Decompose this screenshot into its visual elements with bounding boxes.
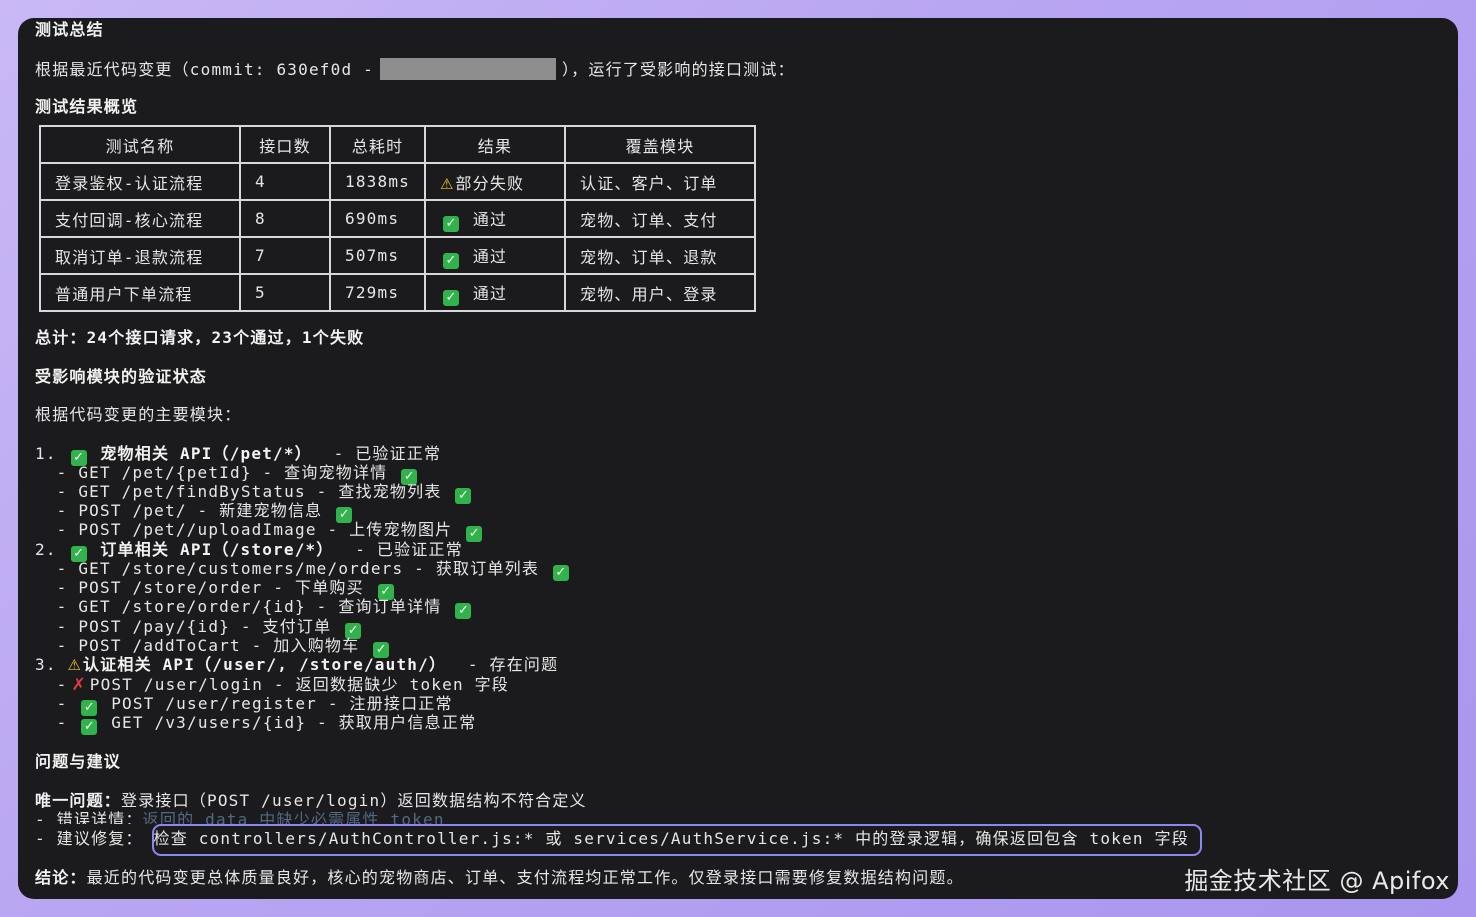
group-index: 1. [35,444,57,463]
table-row: 支付回调-核心流程 8 690ms ✓ 通过 宠物、订单、支付 [39,199,756,238]
group-note: - 已验证正常 [355,540,463,559]
item-text: POST /pet//uploadImage - 上传宠物图片 [78,520,453,539]
fix-label: - 建议修复： [35,829,143,848]
item-text: GET /pet/findByStatus - 查找宠物列表 [78,482,442,501]
item-text: GET /store/order/{id} - 查询订单详情 [78,597,442,616]
highlight-box [152,824,1202,856]
modules-text: 宠物、用户、登录 [580,284,718,304]
cell-time: 729ms [329,273,426,312]
item-text: POST /user/login - 返回数据缺少 token 字段 [89,675,510,694]
result-text: 通过 [472,283,508,303]
cell-name: 支付回调-核心流程 [39,199,241,238]
cell-count: 4 [239,162,331,201]
col-header-result: 结果 [424,125,566,164]
group-title: 认证相关 API（/user/, /store/auth/） [82,655,447,674]
group-title: 订单相关 API（/store/*） [100,540,334,559]
cell-result: ✓ 通过 [424,199,566,238]
table-row: 登录鉴权-认证流程 4 1838ms ⚠ 部分失败 认证、客户、订单 [39,162,756,201]
error-detail-label: - 错误详情： [35,810,143,824]
heading-issues: 问题与建议 [35,752,122,771]
result-text: 通过 [472,246,508,266]
cell-modules: 宠物、订单、退款 [564,236,756,275]
list-item: - POST /pet//uploadImage - 上传宠物图片 ✓ [35,520,485,542]
item-text: GET /pet/{petId} - 查询宠物详情 [78,463,388,482]
issue-text: 登录接口（POST /user/login）返回数据结构不符合定义 [121,791,587,810]
commit-intro: 根据最近代码变更（commit: 630ef0d - ），运行了受影响的接口测试： [35,58,795,80]
check-icon: ✓ [443,289,459,306]
item-text: POST /pay/{id} - 支付订单 [78,617,332,636]
cell-modules: 认证、客户、订单 [564,162,756,201]
check-icon: ✓ [455,603,472,619]
check-icon: ✓ [443,215,459,232]
item-text: GET /v3/users/{id} - 获取用户信息正常 [111,713,477,732]
cell-name: 登录鉴权-认证流程 [39,162,241,201]
modules-text: 宠物、订单、退款 [580,247,718,267]
check-icon: ✓ [443,252,459,269]
commit-intro-before: 根据最近代码变更（commit: 630ef0d - [35,60,374,79]
cell-modules: 宠物、订单、支付 [564,199,756,238]
list-item: - ✓ GET /v3/users/{id} - 获取用户信息正常 [35,713,477,735]
total-summary: 总计：24个接口请求，23个通过，1个失败 [35,328,365,347]
item-text: POST /pet/ - 新建宠物信息 [78,501,323,520]
item-text: POST /user/register - 注册接口正常 [111,694,453,713]
result-text: 部分失败 [455,173,525,193]
list-item: - ✗ POST /user/login - 返回数据缺少 token 字段 [35,675,510,695]
cell-result: ✓ 通过 [424,236,566,275]
table-header-row: 测试名称 接口数 总耗时 结果 覆盖模块 [39,125,756,164]
result-text: 通过 [472,209,508,229]
conclusion-label: 结论： [35,868,87,887]
issue-label: 唯一问题： [35,791,122,810]
cell-count: 5 [239,273,331,312]
check-icon: ✓ [455,488,472,504]
item-text: POST /addToCart - 加入购物车 [78,636,360,655]
cross-icon: ✗ [71,675,86,695]
warning-icon: ⚠ [67,656,81,674]
error-detail-text: 返回的 data 中缺少必需属性 token [142,810,445,824]
watermark: 掘金技术社区 @ Apifox [1184,867,1450,895]
module-group-auth: 3. ⚠ 认证相关 API（/user/, /store/auth/） - 存在问… [35,655,558,675]
group-note: - 存在问题 [467,655,559,674]
commit-intro-after: ），运行了受影响的接口测试： [561,60,795,79]
heading-overview: 测试结果概览 [35,97,139,116]
heading-test-summary: 测试总结 [35,20,104,39]
check-icon: ✓ [81,719,98,735]
item-text: POST /store/order - 下单购买 [78,578,364,597]
col-header-time: 总耗时 [329,125,426,164]
issue-line: 唯一问题：登录接口（POST /user/login）返回数据结构不符合定义 [35,791,587,811]
modules-text: 认证、客户、订单 [580,173,718,193]
check-icon: ✓ [466,526,483,542]
modules-text: 宠物、订单、支付 [580,210,718,230]
error-detail-line: - 错误详情：返回的 data 中缺少必需属性 token [35,810,445,824]
col-header-count: 接口数 [239,125,331,164]
cell-result: ✓ 通过 [424,273,566,312]
group-title: 宠物相关 API（/pet/*） [100,444,312,463]
cell-name: 普通用户下单流程 [39,273,241,312]
conclusion-line: 结论：最近的代码变更总体质量良好，核心的宠物商店、订单、支付流程均正常工作。仅登… [35,868,964,888]
cell-name: 取消订单-退款流程 [39,236,241,275]
table-row: 取消订单-退款流程 7 507ms ✓ 通过 宠物、订单、退款 [39,236,756,275]
table-row: 普通用户下单流程 5 729ms ✓ 通过 宠物、用户、登录 [39,273,756,312]
cell-modules: 宠物、用户、登录 [564,273,756,312]
warning-icon: ⚠ [440,174,454,193]
terminal-window: 测试总结 根据最近代码变更（commit: 630ef0d - ），运行了受影响的… [18,18,1458,899]
group-index: 3. [35,655,57,674]
group-note: - 已验证正常 [333,444,442,463]
list-item: - GET /store/order/{id} - 查询订单详情 ✓ [35,597,474,619]
modules-intro: 根据代码变更的主要模块： [35,405,242,424]
col-header-modules: 覆盖模块 [564,125,756,164]
cell-time: 1838ms [329,162,426,201]
conclusion-text: 最近的代码变更总体质量良好，核心的宠物商店、订单、支付流程均正常工作。仅登录接口… [86,868,964,887]
cell-count: 7 [239,236,331,275]
cell-time: 690ms [329,199,426,238]
cell-result: ⚠ 部分失败 [424,162,566,201]
cell-count: 8 [239,199,331,238]
check-icon: ✓ [552,565,569,581]
results-table: 测试名称 接口数 总耗时 结果 覆盖模块 登录鉴权-认证流程 4 1838ms … [39,125,756,312]
redacted-block [379,58,556,80]
group-index: 2. [35,540,57,559]
col-header-name: 测试名称 [39,125,241,164]
heading-modules: 受影响模块的验证状态 [35,367,208,386]
cell-time: 507ms [329,236,426,275]
item-text: GET /store/customers/me/orders - 获取订单列表 [78,559,540,578]
